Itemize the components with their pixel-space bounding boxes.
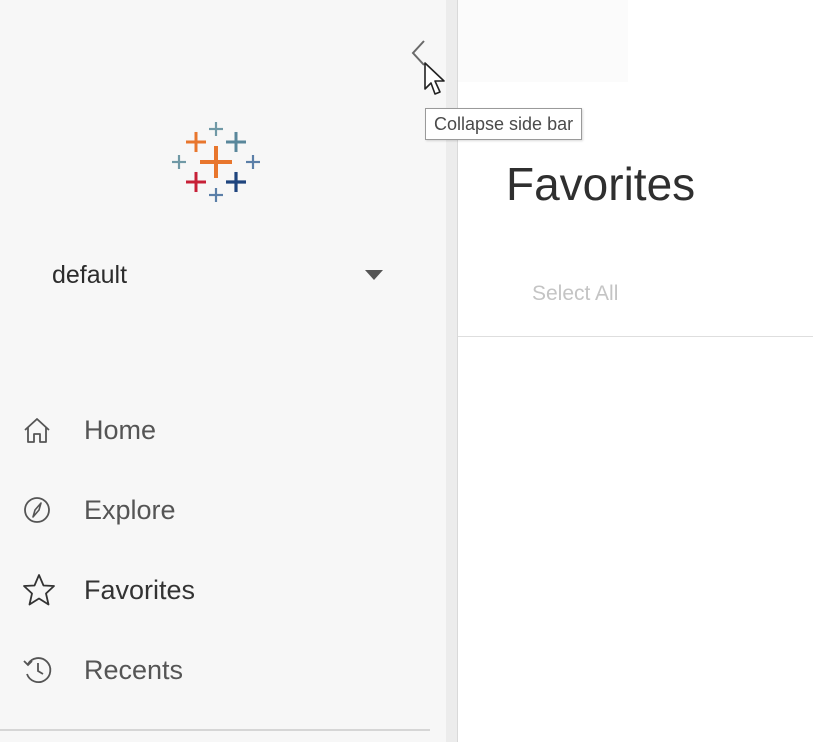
caret-down-icon (365, 270, 383, 280)
sidebar: default Home Explore Favorites Recents (0, 0, 446, 742)
sidebar-item-label: Favorites (84, 574, 196, 605)
select-all-link[interactable]: Select All (532, 282, 618, 306)
content-divider (458, 336, 813, 337)
sidebar-item-label: Home (84, 414, 157, 445)
sidebar-divider-line (0, 729, 430, 731)
star-icon (22, 569, 64, 611)
site-selector-value: default (52, 260, 128, 289)
sidebar-item-label: Explore (84, 494, 176, 525)
sidebar-item-favorites[interactable]: Favorites (22, 550, 432, 630)
sidebar-item-label: Recents (84, 654, 184, 685)
sidebar-item-recents[interactable]: Recents (22, 630, 432, 710)
history-icon (22, 649, 64, 691)
sidebar-item-home[interactable]: Home (22, 390, 432, 470)
tableau-logo (172, 122, 260, 208)
home-icon (22, 409, 64, 451)
sidebar-item-explore[interactable]: Explore (22, 470, 432, 550)
mouse-pointer-icon (424, 62, 445, 95)
site-selector[interactable]: default (46, 253, 391, 297)
main-top-bar (458, 0, 628, 82)
tooltip: Collapse side bar (425, 108, 583, 140)
compass-icon (22, 489, 64, 531)
sidebar-nav: Home Explore Favorites Recents (22, 390, 432, 710)
page-title: Favorites (506, 158, 696, 210)
